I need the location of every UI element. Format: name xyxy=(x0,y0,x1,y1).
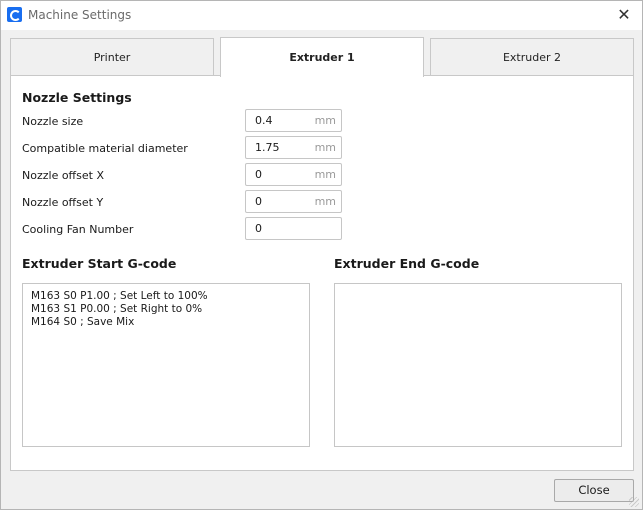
tab-printer[interactable]: Printer xyxy=(10,38,214,76)
nozzle-offset-x-unit: mm xyxy=(314,168,336,181)
end-gcode-title: Extruder End G-code xyxy=(334,256,480,271)
material-diameter-value: 1.75 xyxy=(255,141,280,154)
nozzle-size-unit: mm xyxy=(314,114,336,127)
cura-logo-icon xyxy=(7,7,22,22)
material-diameter-input[interactable]: 1.75 mm xyxy=(245,136,342,159)
end-gcode-textarea[interactable] xyxy=(334,283,622,447)
tab-extruder-1[interactable]: Extruder 1 xyxy=(220,37,424,77)
nozzle-settings-title: Nozzle Settings xyxy=(22,90,132,105)
cooling-fan-number-input[interactable]: 0 xyxy=(245,217,342,240)
nozzle-offset-x-label: Nozzle offset X xyxy=(22,169,104,182)
window-title: Machine Settings xyxy=(28,8,132,22)
cooling-fan-number-label: Cooling Fan Number xyxy=(22,223,134,236)
nozzle-size-value: 0.4 xyxy=(255,114,273,127)
nozzle-offset-y-input[interactable]: 0 mm xyxy=(245,190,342,213)
start-gcode-textarea[interactable]: M163 S0 P1.00 ; Set Left to 100% M163 S1… xyxy=(22,283,310,447)
title-bar: Machine Settings ✕ xyxy=(1,1,642,30)
start-gcode-title: Extruder Start G-code xyxy=(22,256,177,271)
material-diameter-label: Compatible material diameter xyxy=(22,142,188,155)
material-diameter-unit: mm xyxy=(314,141,336,154)
tab-extruder-2[interactable]: Extruder 2 xyxy=(430,38,634,76)
machine-settings-window: Machine Settings ✕ Printer Extruder 1 Ex… xyxy=(0,0,643,510)
nozzle-size-label: Nozzle size xyxy=(22,115,84,128)
resize-grip-icon[interactable] xyxy=(629,497,639,507)
close-window-icon[interactable]: ✕ xyxy=(613,5,635,25)
nozzle-offset-y-value: 0 xyxy=(255,195,262,208)
nozzle-offset-y-unit: mm xyxy=(314,195,336,208)
nozzle-offset-y-label: Nozzle offset Y xyxy=(22,196,104,209)
nozzle-size-input[interactable]: 0.4 mm xyxy=(245,109,342,132)
nozzle-offset-x-input[interactable]: 0 mm xyxy=(245,163,342,186)
close-button[interactable]: Close xyxy=(554,479,634,502)
cooling-fan-number-value: 0 xyxy=(255,222,262,235)
nozzle-offset-x-value: 0 xyxy=(255,168,262,181)
